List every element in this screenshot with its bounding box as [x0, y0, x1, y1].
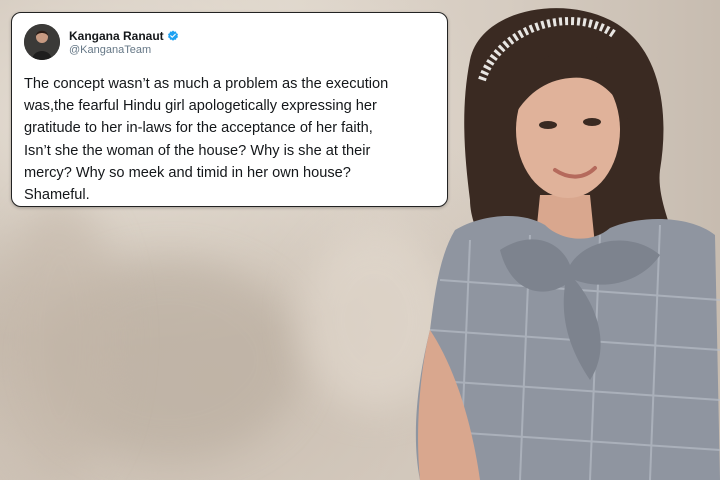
name-row: Kangana Ranaut [69, 29, 179, 43]
avatar[interactable] [24, 24, 60, 60]
tweet-header: Kangana Ranaut @KanganaTeam [24, 23, 433, 61]
tweet-text: The concept wasn’t as much a problem as … [24, 76, 389, 204]
display-name[interactable]: Kangana Ranaut [69, 29, 164, 43]
tweet-card[interactable]: Kangana Ranaut @KanganaTeam The concept … [11, 12, 448, 207]
verified-badge-icon [167, 30, 178, 41]
eye-left [539, 121, 557, 129]
avatar-photo-icon [24, 24, 60, 60]
eye-right [583, 118, 601, 126]
author-info: Kangana Ranaut @KanganaTeam [69, 29, 179, 56]
user-handle[interactable]: @KanganaTeam [69, 44, 179, 56]
